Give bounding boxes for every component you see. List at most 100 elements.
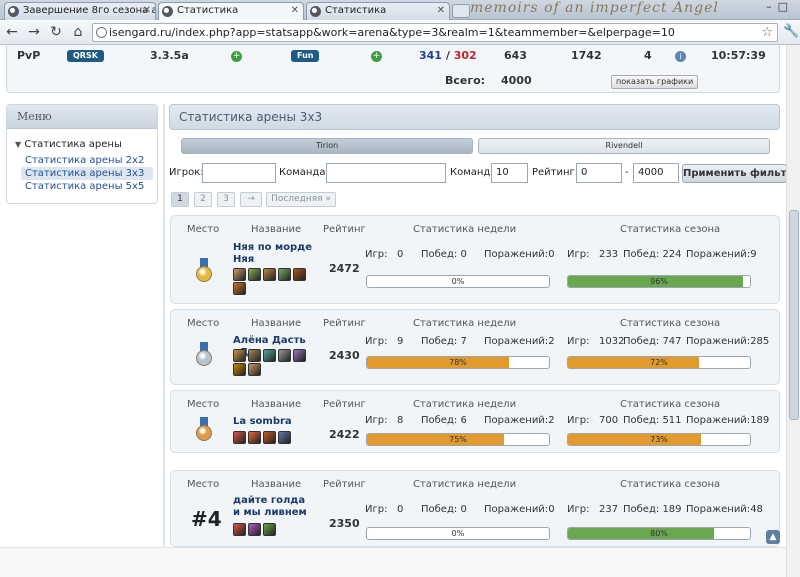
class-icon: [293, 349, 306, 362]
page-title: Статистика арены 3x3: [169, 104, 780, 130]
forward-icon[interactable]: →: [26, 24, 42, 40]
home-icon[interactable]: ⌂: [70, 24, 86, 40]
address-bar[interactable]: isengard.ru/index.php?app=statsapp&work=…: [92, 23, 778, 42]
games-stat: Игр: 9: [365, 336, 404, 347]
wins-stat: Побед: 189: [623, 504, 682, 515]
team-rating: 2472: [329, 262, 360, 275]
sidebar-item-arena-3x3[interactable]: Статистика арены 3x3: [21, 167, 153, 180]
status-online-icon: +: [231, 51, 242, 62]
class-icon: [248, 523, 261, 536]
winrate-percent: 80%: [650, 529, 668, 538]
last-page-button[interactable]: Последняя »: [266, 192, 336, 207]
faction-separator: /: [445, 49, 450, 62]
losses-stat: Поражений:0: [484, 249, 555, 260]
class-icon: [248, 363, 261, 376]
sidebar-item-arena-5x5[interactable]: Статистика арены 5x5: [21, 180, 153, 193]
season-winrate-bar: 72%: [567, 356, 751, 369]
class-icon: [278, 268, 291, 281]
scroll-to-top-icon[interactable]: ▲: [766, 530, 780, 544]
browser-toolbar: ← → ↻ ⌂ isengard.ru/index.php?app=statsa…: [0, 21, 800, 45]
winrate-percent: 78%: [449, 358, 467, 367]
player-input[interactable]: [202, 163, 276, 183]
url-text: isengard.ru/index.php?app=statsapp&work=…: [109, 26, 675, 39]
col-header-rating: Рейтинг: [323, 479, 366, 490]
realm-tab-rivendell[interactable]: Rivendell: [478, 138, 770, 154]
team-input[interactable]: [326, 163, 446, 183]
page-scrollbar[interactable]: [786, 45, 800, 577]
col-header-name: Название: [251, 399, 302, 410]
bookmark-star-icon[interactable]: ☆: [761, 24, 773, 41]
window-controls[interactable]: –□: [766, 0, 794, 13]
realm-tab-tirion[interactable]: Tirion: [181, 138, 473, 154]
player-label: Игрок:: [169, 167, 204, 178]
rating-dash: -: [625, 167, 629, 178]
page-info-icon[interactable]: [96, 27, 107, 38]
col-header-season: Статистика сезона: [620, 224, 721, 235]
team-name-link[interactable]: дайте голда и мы ливнем: [233, 495, 313, 519]
page-3-button[interactable]: 3: [217, 192, 235, 207]
games-stat: Игр: 700: [567, 415, 619, 426]
season-winrate-bar: 73%: [567, 433, 751, 446]
tab-close-icon[interactable]: ✕: [291, 3, 299, 19]
page-1-button[interactable]: 1: [171, 192, 189, 207]
losses-stat: Поражений:285: [686, 336, 770, 347]
sidebar-item-arena-2x2[interactable]: Статистика арены 2x2: [21, 154, 153, 167]
wrench-menu-icon[interactable]: 🔧: [783, 24, 799, 39]
info-icon[interactable]: i: [675, 51, 686, 62]
tab-close-icon[interactable]: ✕: [143, 3, 151, 19]
week-winrate-bar: 75%: [366, 433, 550, 446]
col-header-name: Название: [251, 318, 302, 329]
class-icon: [233, 268, 246, 281]
alliance-online: 341: [419, 49, 442, 62]
team-class-icons: [233, 431, 317, 445]
class-icon: [278, 431, 291, 444]
page-2-button[interactable]: 2: [194, 192, 212, 207]
realm-type-badge: Fun: [291, 50, 320, 62]
scrollbar-thumb[interactable]: [789, 210, 799, 420]
browser-tab-2[interactable]: Статистика ✕: [158, 2, 304, 20]
team-card: Место Название Рейтинг Статистика недели Ста…: [170, 215, 780, 304]
wins-stat: Побед: 7: [421, 336, 467, 347]
online-total: 643: [504, 49, 527, 62]
rating-label: Рейтинг:: [532, 167, 579, 178]
sidebar-group-arena[interactable]: ▼ Статистика арены: [15, 139, 157, 150]
show-graphs-button[interactable]: показать графики: [611, 75, 699, 89]
col-header-name: Название: [251, 479, 302, 490]
col-header-rating: Рейтинг: [323, 399, 366, 410]
class-icon: [263, 349, 276, 362]
rating-from-input[interactable]: 0: [576, 163, 622, 183]
games-stat: Игр: 0: [365, 504, 404, 515]
tab-close-icon[interactable]: ✕: [437, 3, 445, 19]
browser-tab-1[interactable]: Завершение 8го сезона арен ✕: [4, 2, 156, 20]
class-icon: [278, 349, 291, 362]
back-icon[interactable]: ←: [4, 24, 20, 40]
reload-icon[interactable]: ↻: [48, 24, 64, 40]
col-header-season: Статистика сезона: [620, 399, 721, 410]
wins-stat: Побед: 747: [623, 336, 682, 347]
gold-medal-icon: [195, 258, 213, 284]
rating-to-input[interactable]: 4000: [633, 163, 679, 183]
new-tab-button[interactable]: [452, 4, 470, 18]
teams-count-input[interactable]: 10: [491, 163, 528, 183]
season-winrate-bar: 96%: [567, 275, 751, 288]
losses-stat: Поражений:189: [686, 415, 770, 426]
class-icon: [233, 363, 246, 376]
games-stat: Игр: 0: [365, 249, 404, 260]
losses-stat: Поражений:2: [484, 415, 555, 426]
team-name-link[interactable]: La sombra: [233, 416, 313, 428]
losses-stat: Поражений:48: [686, 504, 763, 515]
wins-stat: Побед: 0: [421, 249, 467, 260]
site-favicon-icon: [8, 6, 19, 17]
games-stat: Игр: 237: [567, 504, 619, 515]
week-winrate-bar: 0%: [366, 275, 550, 288]
server-badge: QRSK: [67, 50, 104, 62]
games-stat: Игр: 8: [365, 415, 404, 426]
team-name-link[interactable]: Няя по морде Няя: [233, 242, 313, 266]
next-page-button[interactable]: →: [240, 192, 262, 207]
tab-title: Завершение 8го сезона арен: [23, 5, 155, 16]
browser-tab-3[interactable]: Статистика ✕: [306, 2, 450, 20]
wins-stat: Побед: 224: [623, 249, 682, 260]
team-class-icons: [233, 268, 317, 296]
team-card: Место Название Рейтинг Статистика недели Ста…: [170, 470, 780, 547]
apply-filters-button[interactable]: Применить фильтры: [682, 164, 787, 183]
